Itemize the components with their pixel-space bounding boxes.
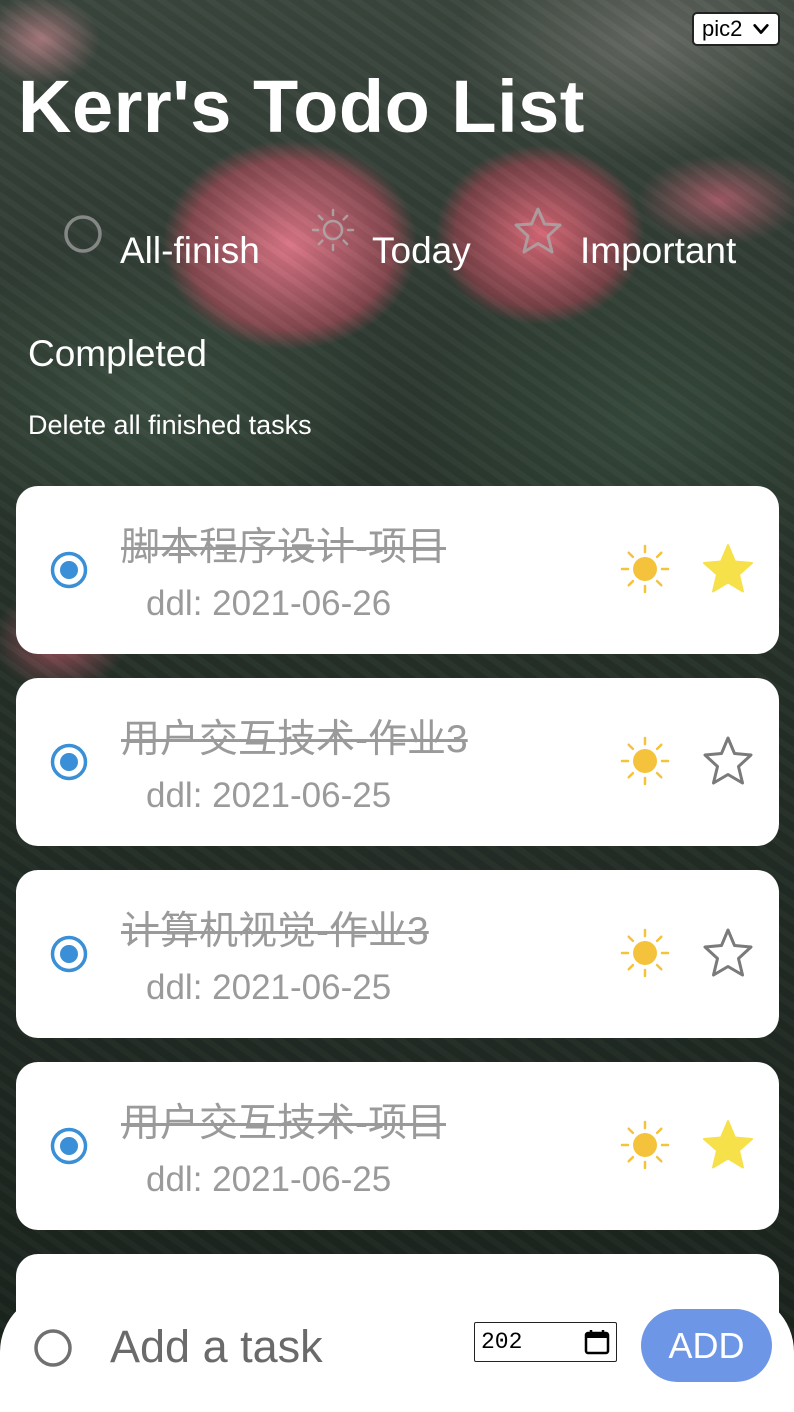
- deadline-date-input[interactable]: 202: [474, 1322, 617, 1362]
- chevron-down-icon: [753, 24, 769, 34]
- task-card[interactable]: 用户交互技术-项目 ddl: 2021-06-25: [16, 1062, 779, 1230]
- task-title: 计算机视觉-作业3: [121, 910, 429, 953]
- tab-all-finish-label: All-finish: [120, 230, 260, 271]
- star-filled-icon[interactable]: [701, 1118, 755, 1172]
- tab-important-label: Important: [580, 230, 737, 271]
- sun-icon: [311, 208, 355, 252]
- star-icon: [514, 207, 562, 254]
- task-title: 脚本程序设计-项目: [121, 526, 446, 569]
- sun-icon[interactable]: [620, 1120, 670, 1170]
- task-title: 用户交互技术-项目: [121, 1102, 446, 1145]
- sun-icon[interactable]: [620, 736, 670, 786]
- add-task-bar: 202 ADD: [0, 1292, 794, 1412]
- task-deadline: ddl: 2021-06-26: [146, 584, 392, 623]
- background-picture-select[interactable]: pic2: [692, 12, 780, 46]
- radio-checked-icon[interactable]: [49, 742, 89, 782]
- task-card[interactable]: 用户交互技术-作业3 ddl: 2021-06-25: [16, 678, 779, 846]
- task-deadline: ddl: 2021-06-25: [146, 776, 392, 815]
- tab-all-finish[interactable]: All-finish: [60, 205, 280, 275]
- star-filled-icon[interactable]: [701, 542, 755, 596]
- circle-icon: [64, 215, 102, 253]
- task-card[interactable]: 计算机视觉-作业3 ddl: 2021-06-25: [16, 870, 779, 1038]
- app-title: Kerr's Todo List: [18, 65, 585, 148]
- section-title: Completed: [28, 333, 207, 374]
- tab-today[interactable]: Today: [310, 205, 490, 275]
- task-deadline: ddl: 2021-06-25: [146, 968, 392, 1007]
- radio-unchecked-icon: [34, 1329, 72, 1367]
- task-title: 用户交互技术-作业3: [121, 718, 468, 761]
- star-outline-icon[interactable]: [701, 734, 755, 788]
- radio-checked-icon[interactable]: [49, 934, 89, 974]
- radio-checked-icon[interactable]: [49, 1126, 89, 1166]
- add-task-input[interactable]: [108, 1318, 442, 1376]
- calendar-icon[interactable]: [584, 1328, 610, 1356]
- star-outline-icon[interactable]: [701, 926, 755, 980]
- delete-finished-button[interactable]: Delete all finished tasks: [28, 410, 312, 441]
- add-task-button[interactable]: ADD: [641, 1309, 772, 1382]
- sun-icon[interactable]: [620, 544, 670, 594]
- task-card[interactable]: 脚本程序设计-项目 ddl: 2021-06-26: [16, 486, 779, 654]
- radio-checked-icon[interactable]: [49, 550, 89, 590]
- date-input-value: 202: [481, 1329, 523, 1355]
- task-deadline: ddl: 2021-06-25: [146, 1160, 392, 1199]
- background-select-value: pic2: [702, 16, 743, 41]
- sun-icon[interactable]: [620, 928, 670, 978]
- tab-important[interactable]: Important: [512, 205, 752, 275]
- tab-today-label: Today: [372, 230, 471, 271]
